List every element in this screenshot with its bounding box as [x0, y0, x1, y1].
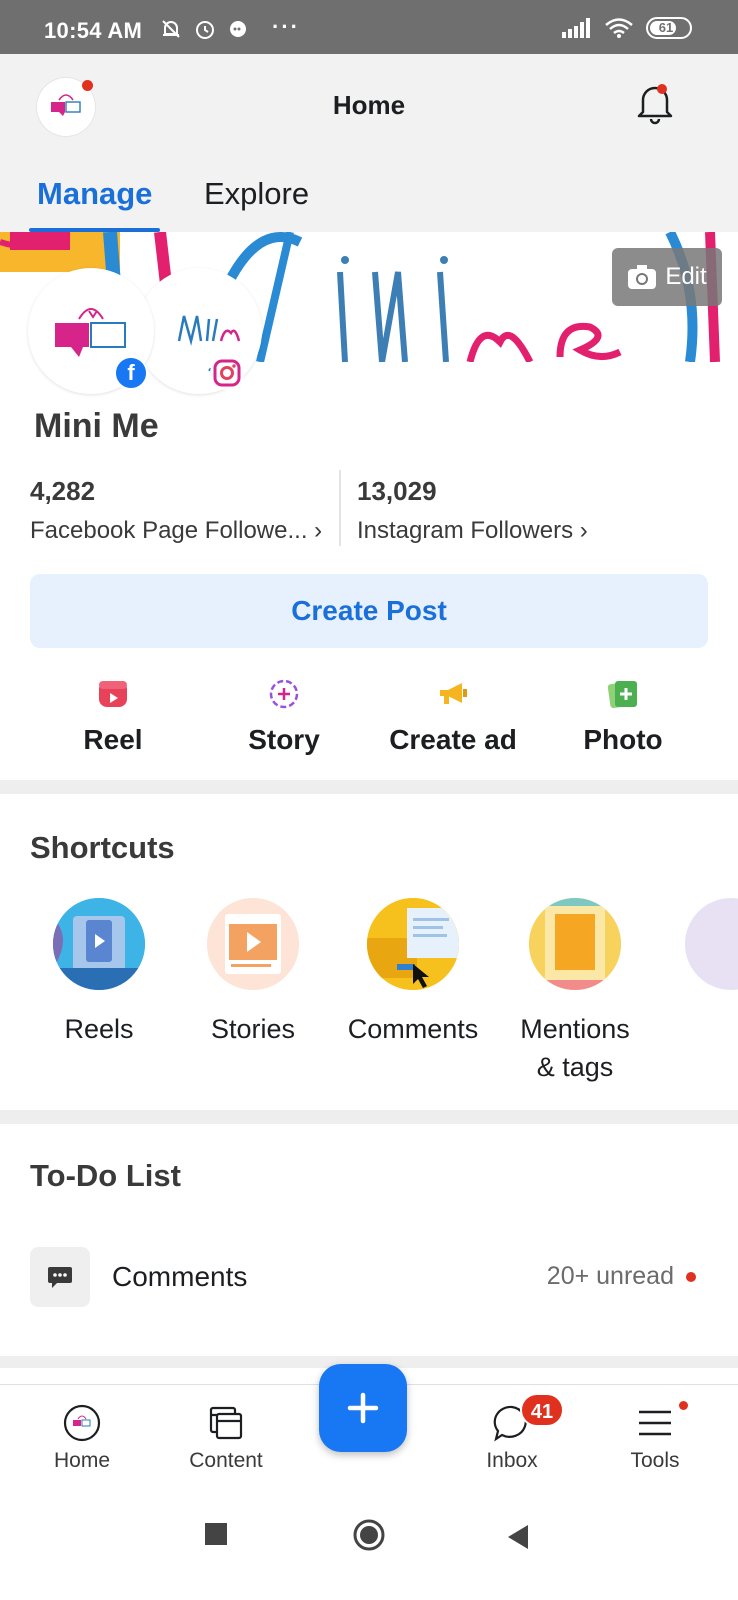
bell-icon: [637, 84, 673, 125]
reel-action-button[interactable]: Reel: [28, 676, 198, 756]
facebook-followers-label: Facebook Page Followe...: [30, 517, 308, 544]
photo-add-icon: [607, 681, 637, 709]
create-fab-button[interactable]: [319, 1364, 407, 1452]
system-home-button[interactable]: [352, 1518, 386, 1557]
instagram-icon: [213, 359, 241, 387]
edit-cover-button[interactable]: Edit: [612, 248, 722, 306]
todo-label: Comments: [112, 1261, 248, 1292]
bell-off-icon: [162, 20, 180, 38]
photo-action-button[interactable]: Photo: [538, 676, 708, 756]
shortcut-label: Comments: [347, 1014, 479, 1044]
more-status-icon: ···: [272, 14, 300, 39]
quick-actions: Reel Story Create ad Photo: [0, 676, 738, 766]
square-icon: [205, 1523, 227, 1545]
back-triangle-icon: [508, 1525, 528, 1549]
todo-unread-count: 20+ unread: [546, 1262, 674, 1290]
comment-icon: [30, 1247, 90, 1307]
tools-notification-dot: [679, 1401, 688, 1410]
facebook-followers-count: 4,282: [30, 476, 96, 506]
nav-tools-label: Tools: [630, 1449, 680, 1472]
inbox-unread-badge: 41: [520, 1393, 564, 1427]
tab-explore[interactable]: Explore: [204, 176, 309, 212]
page-name: Mini Me: [34, 407, 159, 445]
system-nav-bar: [0, 1482, 738, 1600]
nav-inbox-label: Inbox: [486, 1449, 538, 1472]
instagram-followers-link[interactable]: 13,029 Instagram Followers ›: [357, 470, 588, 545]
notifications-button[interactable]: [632, 80, 678, 131]
shortcut-stories[interactable]: Stories: [178, 898, 328, 1048]
create-ad-action-button[interactable]: Create ad: [368, 676, 538, 756]
instagram-badge-icon: [210, 356, 244, 390]
facebook-badge-icon: f: [114, 356, 148, 390]
home-avatar-icon: [63, 1404, 101, 1442]
plus-icon: [347, 1392, 379, 1424]
create-post-button[interactable]: Create Post: [30, 574, 708, 648]
wifi-icon: [605, 18, 633, 38]
follower-stats: 4,282 Facebook Page Followe... › 13,029 …: [30, 470, 710, 546]
reels-shortcut-icon: [53, 898, 145, 990]
shortcut-label: Stories: [210, 1014, 296, 1044]
content-icon: [209, 1406, 243, 1440]
megaphone-icon: [440, 683, 467, 704]
chat-status-icon: [230, 21, 246, 37]
reel-label: Reel: [83, 724, 143, 755]
tab-bar: Manage Explore: [0, 172, 738, 232]
nav-tools[interactable]: Tools: [595, 1401, 715, 1473]
nav-home[interactable]: Home: [22, 1403, 142, 1473]
status-bar: 10:54 AM ··· 61: [0, 0, 738, 54]
comments-shortcut-icon: [367, 898, 459, 990]
partial-shortcut-icon: [685, 898, 738, 990]
edit-label: Edit: [665, 263, 707, 290]
profile-pictures: f: [28, 268, 268, 398]
photo-label: Photo: [583, 724, 663, 755]
chevron-right-icon: ›: [314, 517, 323, 544]
recent-apps-button[interactable]: [204, 1522, 228, 1551]
unread-dot: [686, 1272, 696, 1282]
story-icon: [269, 679, 299, 709]
instagram-followers-count: 13,029: [357, 476, 437, 506]
shortcut-reels[interactable]: Reels: [24, 898, 174, 1048]
todo-item-comments[interactable]: Comments 20+ unread: [30, 1247, 710, 1309]
system-back-button[interactable]: [507, 1524, 529, 1555]
page-title: Home: [332, 90, 406, 120]
stories-shortcut-icon: [207, 898, 299, 990]
nav-content[interactable]: Content: [166, 1403, 286, 1473]
instagram-followers-label: Instagram Followers: [357, 517, 574, 544]
shortcuts-title: Shortcuts: [30, 830, 175, 865]
chevron-right-icon: ›: [579, 517, 588, 544]
facebook-followers-link[interactable]: 4,282 Facebook Page Followe... ›: [30, 470, 322, 545]
shortcut-mentions-tags[interactable]: Mentions & tags: [500, 898, 650, 1086]
alarm-icon: [196, 21, 214, 39]
nav-content-label: Content: [189, 1449, 263, 1472]
signal-icon: [562, 18, 590, 38]
shortcuts-row: Reels Stories Comments Mentions & tags: [0, 898, 738, 1098]
camera-icon: [628, 265, 657, 289]
shortcut-label: Reels: [64, 1014, 134, 1044]
shortcut-partial[interactable]: [656, 898, 738, 990]
circle-icon: [353, 1519, 385, 1551]
todo-title: To-Do List: [30, 1158, 181, 1193]
app-header: Home Manage Explore: [0, 54, 738, 232]
battery-icon: 61: [646, 17, 692, 39]
shortcut-comments[interactable]: Comments: [338, 898, 488, 1048]
shortcut-label: Mentions & tags: [520, 1014, 630, 1082]
story-action-button[interactable]: Story: [199, 676, 369, 756]
status-time: 10:54 AM: [44, 18, 143, 43]
divider: [339, 470, 341, 546]
mentions-tags-shortcut-icon: [529, 898, 621, 990]
tab-manage[interactable]: Manage: [28, 176, 161, 232]
reel-icon: [99, 681, 127, 707]
section-divider: [0, 1110, 738, 1124]
section-divider: [0, 780, 738, 794]
nav-home-label: Home: [53, 1449, 111, 1472]
nav-inbox[interactable]: 41 Inbox: [452, 1393, 572, 1473]
story-label: Story: [248, 724, 320, 755]
menu-icon: [639, 1410, 671, 1436]
create-ad-label: Create ad: [389, 724, 517, 755]
